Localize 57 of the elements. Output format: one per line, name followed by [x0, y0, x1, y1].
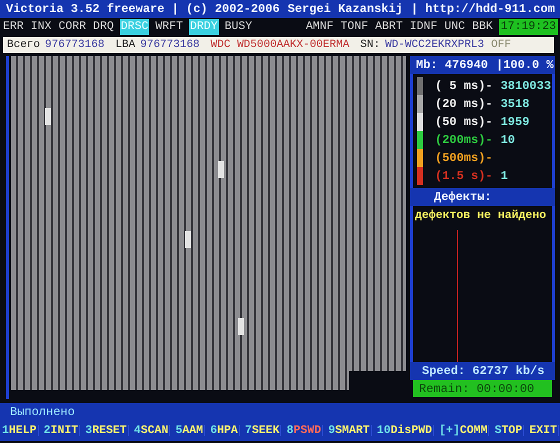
status-flag-label: CORR: [57, 19, 88, 35]
status-flag-label: UNC: [443, 19, 466, 35]
progress-percent: |100.0 %: [496, 59, 554, 71]
program-title: Victoria 3.52 freeware | (c) 2002-2006: [6, 3, 280, 15]
status-flag-label: DRSC: [120, 19, 150, 35]
clock: 17:19:23: [498, 19, 558, 35]
timing-label: ( 5 ms)-: [435, 80, 493, 92]
status-flag-label: WRFT: [154, 19, 184, 35]
status-flag-label: TONF: [340, 19, 370, 35]
function-key[interactable]: 3RESET: [84, 424, 129, 436]
timing-count: 1959: [500, 116, 530, 128]
status-flag-label: BUSY: [224, 19, 254, 35]
serial-label: SN:: [360, 40, 380, 50]
timing-count: 3810033: [500, 80, 552, 92]
function-key[interactable]: STOP: [494, 424, 524, 436]
defects-header: Дефекты:: [410, 188, 555, 206]
serial-number: WD-WCC2EKRXPRL3: [385, 40, 484, 50]
function-key[interactable]: 10DisPWD: [376, 424, 434, 436]
function-key[interactable]: 7SEEK: [244, 424, 282, 436]
remaining-time: Remain: 00:00:00: [413, 380, 552, 397]
lba-value: 976773168: [140, 40, 200, 50]
status-flag-label: ERR: [2, 19, 25, 35]
total-label: Всего: [7, 40, 40, 50]
status-flag-label: BBK: [471, 19, 494, 35]
timing-count: 10: [500, 134, 516, 146]
function-key[interactable]: 1HELP: [1, 424, 39, 436]
defects-message: дефектов не найдено: [415, 210, 546, 222]
status-flag-label: IDNF: [408, 19, 438, 35]
timing-label: (200ms)-: [435, 134, 493, 146]
timing-count: 3518: [500, 98, 530, 110]
timing-count: 1: [500, 170, 508, 182]
status-flag-label: INX: [30, 19, 52, 35]
function-key[interactable]: 4SCAN: [132, 424, 170, 436]
drive-model: WDC WD5000AAKX-00ERMA: [210, 40, 350, 50]
timing-label: (50 ms)-: [435, 116, 493, 128]
function-key[interactable]: EXIT: [528, 424, 559, 436]
function-key[interactable]: [+]COMM: [438, 424, 490, 436]
status-message: Выполнено: [0, 403, 560, 420]
megabytes-count: Mb: 476940: [416, 59, 488, 71]
function-key[interactable]: 6HPA: [209, 424, 240, 436]
lba-label: LBA: [115, 40, 136, 50]
function-key[interactable]: 9SMART: [327, 424, 372, 436]
timing-label: (1.5 s)-: [435, 170, 493, 182]
status-flag-label: DRDY: [188, 19, 219, 35]
status-flag-label: DRQ: [92, 19, 115, 35]
author-name: Sergei Kazanskij: [288, 3, 403, 15]
timing-label: (20 ms)-: [435, 98, 493, 110]
function-key[interactable]: 5AAM: [174, 424, 206, 436]
total-sectors: 976773168: [45, 40, 104, 50]
function-key[interactable]: 2INIT: [42, 424, 80, 436]
status-flag-label: AMNF: [304, 19, 335, 35]
speed-readout: Speed: 62737 kb/s: [410, 362, 555, 380]
off-label: OFF: [491, 40, 511, 50]
function-key[interactable]: 8PSWD: [286, 424, 324, 436]
website-url: | http://hdd-911.com: [410, 3, 555, 15]
status-flag-label: ABRT: [374, 19, 404, 35]
timing-label: (500ms)-: [435, 152, 493, 164]
